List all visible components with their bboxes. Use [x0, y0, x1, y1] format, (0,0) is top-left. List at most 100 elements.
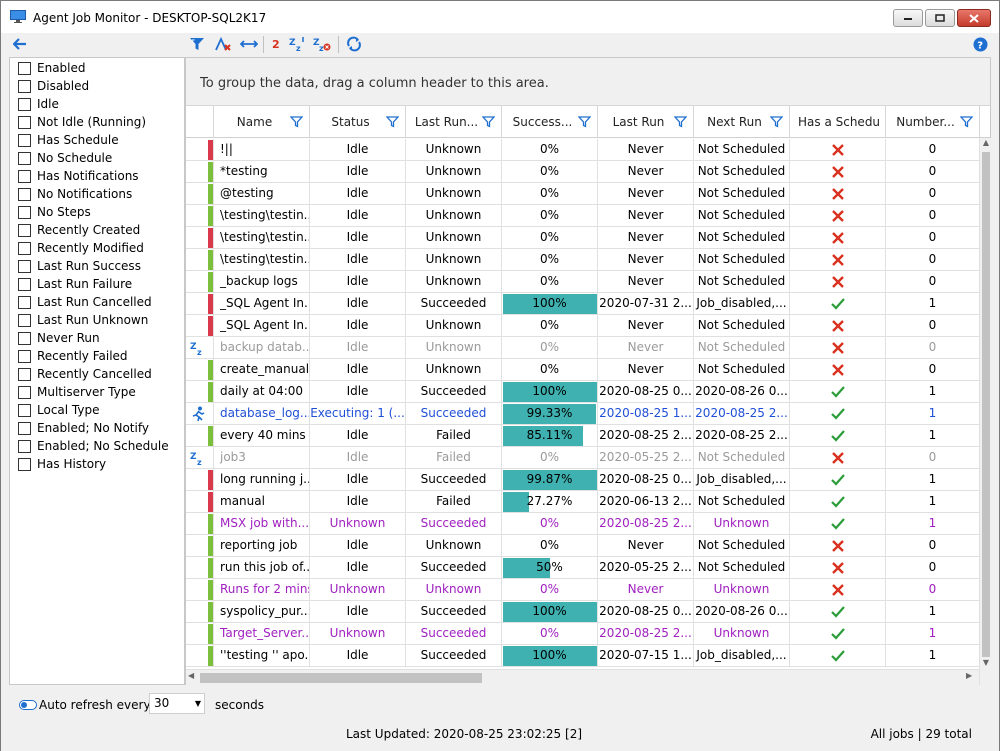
table-row[interactable]: ''testing '' apo... Idle Succeeded 100% 2020…: [186, 645, 980, 667]
filter-checkbox[interactable]: [18, 259, 31, 273]
table-row[interactable]: Zz backup datab... Idle Unknown 0% Never Not S…: [186, 337, 980, 359]
filter-item[interactable]: Last Run Success: [18, 257, 141, 275]
column-filter-icon[interactable]: [481, 115, 496, 128]
scroll-down-icon[interactable]: ▼: [981, 658, 991, 670]
filter-checkbox[interactable]: [18, 403, 31, 417]
vertical-scroll-thumb[interactable]: [982, 152, 990, 657]
sort-sleep-icon[interactable]: Zz: [289, 36, 305, 52]
expand-icon[interactable]: [240, 36, 258, 52]
filter-checkbox[interactable]: [18, 439, 31, 453]
column-header[interactable]: Status: [310, 106, 406, 138]
filter-item[interactable]: Never Run: [18, 329, 100, 347]
filter-checkbox[interactable]: [18, 385, 31, 399]
filter-item[interactable]: Recently Modified: [18, 239, 144, 257]
filter-item[interactable]: Recently Created: [18, 221, 140, 239]
table-row[interactable]: MSX job with... Unknown Succeeded 0% 2020-08…: [186, 513, 980, 535]
filter-checkbox[interactable]: [18, 97, 31, 111]
filter-icon[interactable]: F: [189, 36, 205, 52]
filter-item[interactable]: Has Schedule: [18, 131, 119, 149]
scroll-left-icon[interactable]: ◀: [188, 671, 198, 684]
column-filter-icon[interactable]: [577, 115, 592, 128]
filter-checkbox[interactable]: [18, 331, 31, 345]
table-row[interactable]: \testing\testin... Idle Unknown 0% Never Not …: [186, 249, 980, 271]
table-row[interactable]: @testing Idle Unknown 0% Never Not Scheduled 0: [186, 183, 980, 205]
filter-checkbox[interactable]: [18, 187, 31, 201]
horizontal-scrollbar[interactable]: ◀ ▶: [186, 669, 979, 685]
clear-filter-icon[interactable]: [214, 36, 232, 52]
column-filter-icon[interactable]: [385, 115, 400, 128]
filter-checkbox[interactable]: [18, 421, 31, 435]
filter-checkbox[interactable]: [18, 349, 31, 363]
filter-checkbox[interactable]: [18, 61, 31, 75]
filter-item[interactable]: Multiserver Type: [18, 383, 136, 401]
filter-checkbox[interactable]: [18, 241, 31, 255]
column-filter-icon[interactable]: [673, 115, 688, 128]
filter-checkbox[interactable]: [18, 457, 31, 471]
column-filter-icon[interactable]: [769, 115, 784, 128]
filter-checkbox[interactable]: [18, 223, 31, 237]
table-row[interactable]: run this job of... Idle Succeeded 50% 2020-0…: [186, 557, 980, 579]
maximize-button[interactable]: [925, 9, 955, 27]
filter-item[interactable]: Recently Cancelled: [18, 365, 152, 383]
filter-item[interactable]: Last Run Cancelled: [18, 293, 152, 311]
filter-checkbox[interactable]: [18, 133, 31, 147]
table-row[interactable]: _SQL Agent In... Idle Succeeded 100% 2020-07…: [186, 293, 980, 315]
filter-item[interactable]: Recently Failed: [18, 347, 128, 365]
filter-item[interactable]: Has Notifications: [18, 167, 139, 185]
filter-checkbox[interactable]: [18, 115, 31, 129]
column-header[interactable]: Last Run...: [406, 106, 502, 138]
filter-item[interactable]: Disabled: [18, 77, 89, 95]
filter-checkbox[interactable]: [18, 205, 31, 219]
table-row[interactable]: database_log... Executing: 1 (... Succeede…: [186, 403, 980, 425]
table-row[interactable]: \testing\testin... Idle Unknown 0% Never Not …: [186, 205, 980, 227]
scroll-right-icon[interactable]: ▶: [966, 671, 976, 684]
table-row[interactable]: Runs for 2 mins Unknown Unknown 0% Never Unkn…: [186, 579, 980, 601]
filter-checkbox[interactable]: [18, 169, 31, 183]
column-filter-icon[interactable]: [289, 115, 304, 128]
horizontal-scroll-thumb[interactable]: [200, 673, 482, 683]
filter-checkbox[interactable]: [18, 313, 31, 327]
filter-item[interactable]: Enabled; No Notify: [18, 419, 149, 437]
filter-checkbox[interactable]: [18, 277, 31, 291]
table-row[interactable]: long running j... Idle Succeeded 99.87% 2020…: [186, 469, 980, 491]
table-row[interactable]: !|| Idle Unknown 0% Never Not Scheduled 0: [186, 139, 980, 161]
table-row[interactable]: Zz job3 Idle Failed 0% 2020-05-25 2... Not Sch…: [186, 447, 980, 469]
filter-item[interactable]: Idle: [18, 95, 59, 113]
table-row[interactable]: daily at 04:00 Idle Succeeded 100% 2020-08-2…: [186, 381, 980, 403]
column-header[interactable]: Next Run: [694, 106, 790, 138]
filter-item[interactable]: No Steps: [18, 203, 91, 221]
scroll-up-icon[interactable]: ▲: [981, 138, 991, 150]
table-row[interactable]: Target_Server... Unknown Succeeded 0% 2020-0…: [186, 623, 980, 645]
filter-checkbox[interactable]: [18, 79, 31, 93]
red-2-icon[interactable]: 2: [272, 36, 280, 52]
table-row[interactable]: syspolicy_pur... Idle Succeeded 100% 2020-08…: [186, 601, 980, 623]
table-row[interactable]: create_manual...IdleUnknown 0% NeverNot Sc…: [186, 359, 980, 381]
filter-checkbox[interactable]: [18, 295, 31, 309]
group-by-area[interactable]: To group the data, drag a column header …: [186, 58, 990, 106]
filter-item[interactable]: Not Idle (Running): [18, 113, 146, 131]
table-row[interactable]: _backup logs Idle Unknown 0% Never Not Schedu…: [186, 271, 980, 293]
filter-item[interactable]: Last Run Failure: [18, 275, 132, 293]
table-row[interactable]: \testing\testin... Idle Unknown 0% Never Not …: [186, 227, 980, 249]
filter-checkbox[interactable]: [18, 367, 31, 381]
filter-checkbox[interactable]: [18, 151, 31, 165]
close-button[interactable]: [957, 9, 991, 27]
column-header[interactable]: Last Run: [598, 106, 694, 138]
filter-item[interactable]: Enabled; No Schedule: [18, 437, 169, 455]
filter-item[interactable]: Local Type: [18, 401, 99, 419]
table-row[interactable]: _SQL Agent In... Idle Unknown 0% Never Not Sc…: [186, 315, 980, 337]
table-row[interactable]: *testing Idle Unknown 0% Never Not Scheduled 0: [186, 161, 980, 183]
filter-item[interactable]: No Notifications: [18, 185, 132, 203]
minimize-button[interactable]: [893, 9, 923, 27]
filter-item[interactable]: Has History: [18, 455, 106, 473]
vertical-scrollbar[interactable]: ▲ ▼: [979, 138, 991, 685]
column-header[interactable]: Has a Schedule: [790, 106, 886, 138]
column-header[interactable]: Success...: [502, 106, 598, 138]
sleep-cancel-icon[interactable]: Zz: [313, 36, 331, 52]
table-row[interactable]: reporting job Idle Unknown 0% Never Not Sched…: [186, 535, 980, 557]
column-header[interactable]: Number...: [886, 106, 980, 138]
table-row[interactable]: every 40 mins Idle Failed 85.11% 2020-08-25 …: [186, 425, 980, 447]
filter-item[interactable]: Last Run Unknown: [18, 311, 148, 329]
filter-item[interactable]: No Schedule: [18, 149, 112, 167]
filter-item[interactable]: Enabled: [18, 59, 86, 77]
